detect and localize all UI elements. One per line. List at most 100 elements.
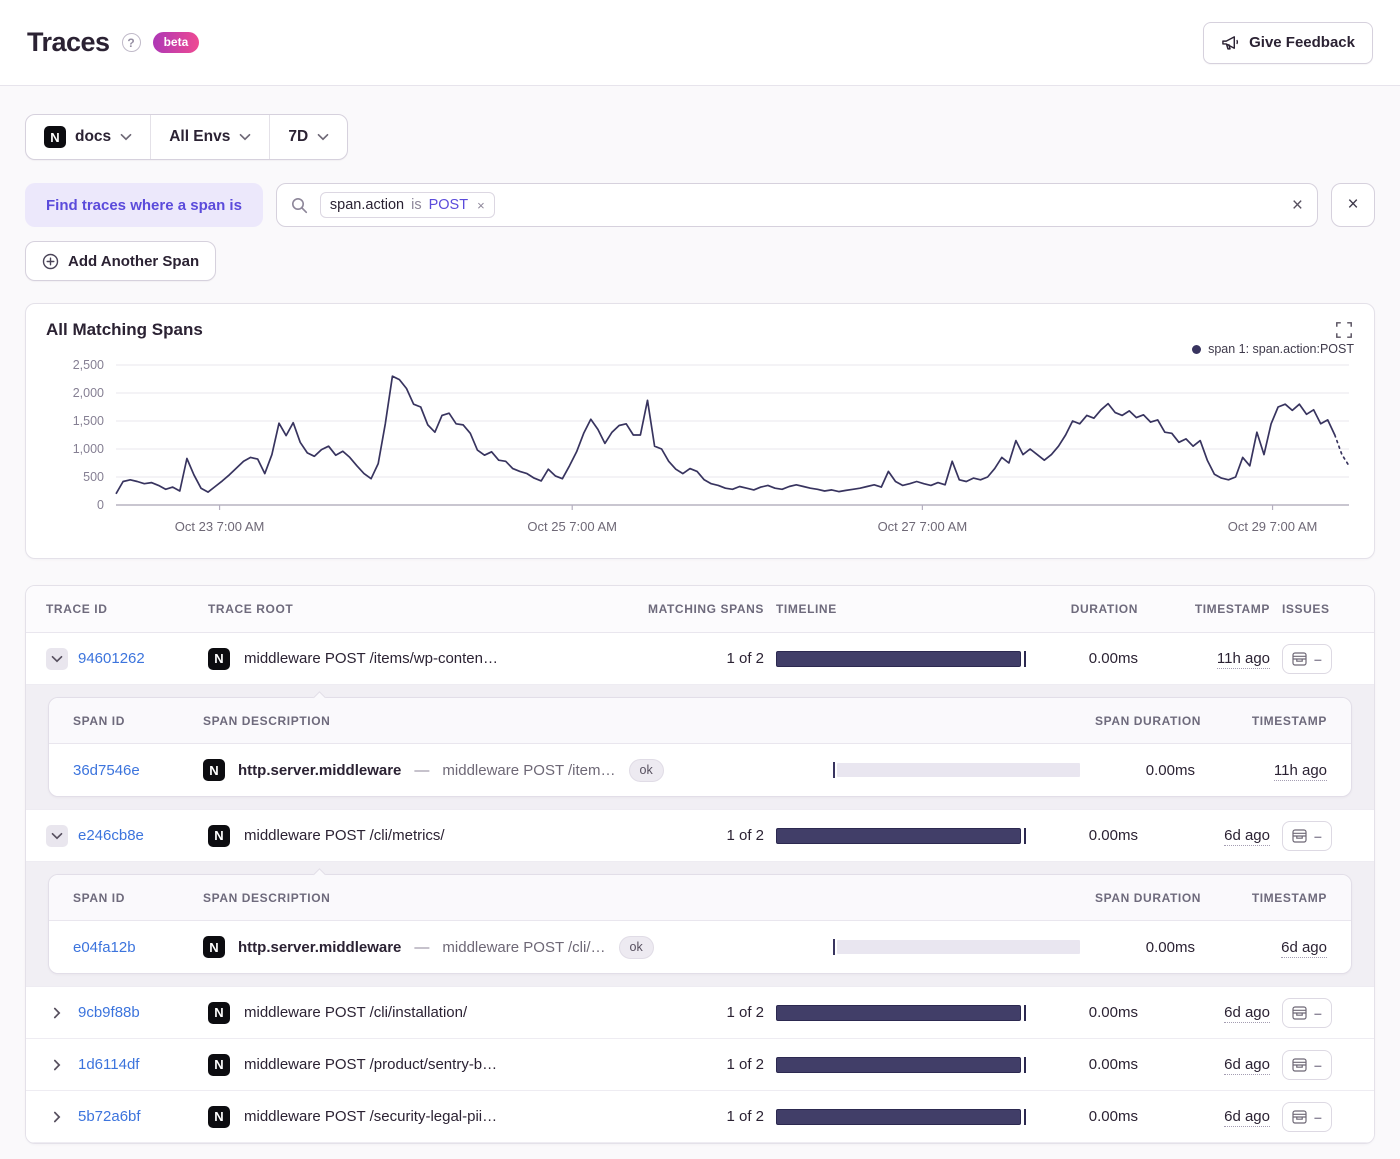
give-feedback-button[interactable]: Give Feedback bbox=[1203, 21, 1373, 64]
token-key: span.action bbox=[329, 197, 405, 213]
nextjs-icon: N bbox=[208, 1001, 230, 1024]
issues-count-dash: – bbox=[1314, 1004, 1322, 1021]
trace-id-link[interactable]: 1d6114df bbox=[78, 1056, 139, 1073]
issues-count-dash: – bbox=[1314, 650, 1322, 667]
time-period-dropdown[interactable]: 7D bbox=[269, 115, 347, 159]
description-separator: — bbox=[414, 938, 430, 956]
trace-timeline-bar[interactable] bbox=[776, 827, 1021, 844]
help-icon[interactable]: ? bbox=[121, 33, 141, 52]
expand-toggle-button[interactable] bbox=[46, 824, 68, 847]
spans-timeseries-chart[interactable]: 0 500 1,000 1,500 2,000 2,500 Oct 23 7:00 AM Oc… bbox=[46, 357, 1356, 545]
issues-box-icon bbox=[1292, 651, 1307, 666]
trace-root-label: middleware POST /security-legal-pii… bbox=[244, 1108, 498, 1125]
col-duration: Duration bbox=[1070, 602, 1138, 616]
chevron-down-icon bbox=[120, 133, 132, 141]
give-feedback-label: Give Feedback bbox=[1249, 34, 1355, 51]
trace-id-link[interactable]: e246cb8e bbox=[78, 827, 144, 844]
token-value: POST bbox=[428, 197, 469, 213]
timestamp-value[interactable]: 6d ago bbox=[1224, 1004, 1270, 1023]
span-search-input[interactable]: span.action is POST × × bbox=[275, 183, 1318, 227]
timestamp-value[interactable]: 6d ago bbox=[1224, 1056, 1270, 1075]
svg-text:2,000: 2,000 bbox=[73, 386, 104, 400]
issues-box-icon bbox=[1292, 1109, 1307, 1124]
nextjs-icon: N bbox=[208, 824, 230, 847]
span-op-label: http.server.middleware bbox=[238, 761, 402, 779]
trace-timeline-bar[interactable] bbox=[776, 650, 1021, 667]
span-timestamp-value[interactable]: 6d ago bbox=[1281, 938, 1327, 958]
trace-timeline-bar[interactable] bbox=[776, 1056, 1021, 1073]
svg-text:1,500: 1,500 bbox=[73, 414, 104, 428]
token-operator: is bbox=[411, 197, 422, 213]
timestamp-value[interactable]: 11h ago bbox=[1216, 650, 1270, 669]
trace-timeline-end-tick bbox=[1024, 1004, 1026, 1021]
project-filter-label: docs bbox=[75, 128, 112, 145]
issues-pill[interactable]: – bbox=[1282, 1101, 1332, 1132]
trace-table-row[interactable]: 9cb9f88b N middleware POST /cli/installa… bbox=[26, 987, 1374, 1039]
expand-toggle-button[interactable] bbox=[46, 1106, 68, 1128]
search-filter-token[interactable]: span.action is POST × bbox=[319, 192, 495, 218]
expanded-spans-section: Span ID Span Description Span Duration T… bbox=[26, 862, 1374, 987]
span-timestamp-value[interactable]: 11h ago bbox=[1273, 761, 1327, 781]
nextjs-icon: N bbox=[208, 1105, 230, 1128]
issues-count-dash: – bbox=[1314, 1108, 1322, 1125]
duration-value: 0.00ms bbox=[1088, 1056, 1138, 1073]
col-timestamp: Timestamp bbox=[1194, 602, 1270, 616]
span-table-row[interactable]: e04fa12b N http.server.middleware — midd… bbox=[49, 921, 1351, 973]
trace-table-row[interactable]: e246cb8e N middleware POST /cli/metrics/… bbox=[26, 810, 1374, 862]
trace-timeline-bar[interactable] bbox=[776, 1004, 1021, 1021]
span-search-label: Find traces where a span is bbox=[25, 183, 263, 227]
trace-timeline-bar[interactable] bbox=[776, 1108, 1021, 1125]
remove-span-filter-button[interactable]: × bbox=[1331, 183, 1375, 227]
span-id-link[interactable]: e04fa12b bbox=[73, 939, 136, 956]
nextjs-icon: N bbox=[208, 647, 230, 670]
timestamp-value[interactable]: 6d ago bbox=[1224, 1108, 1270, 1127]
expand-toggle-button[interactable] bbox=[46, 1002, 68, 1024]
matching-spans-value: 1 of 2 bbox=[726, 1004, 764, 1021]
span-status-badge: ok bbox=[628, 758, 664, 782]
expand-toggle-button[interactable] bbox=[46, 1054, 68, 1076]
svg-text:0: 0 bbox=[97, 498, 104, 512]
spans-sub-table: Span ID Span Description Span Duration T… bbox=[48, 868, 1352, 974]
fullscreen-icon bbox=[1336, 322, 1352, 338]
span-timeline-bar[interactable] bbox=[837, 763, 1080, 777]
issues-pill[interactable]: – bbox=[1282, 1049, 1332, 1080]
search-icon bbox=[291, 197, 308, 213]
trace-table-row[interactable]: 5b72a6bf N middleware POST /security-leg… bbox=[26, 1091, 1374, 1143]
top-bar: Traces ? beta Give Feedback bbox=[0, 0, 1400, 86]
timestamp-value[interactable]: 6d ago bbox=[1224, 827, 1270, 846]
add-another-span-label: Add Another Span bbox=[68, 252, 200, 270]
trace-id-link[interactable]: 9cb9f88b bbox=[78, 1004, 140, 1021]
trace-table-row[interactable]: 1d6114df N middleware POST /product/sent… bbox=[26, 1039, 1374, 1091]
nextjs-project-icon: N bbox=[44, 126, 66, 148]
span-timeline-bar[interactable] bbox=[837, 940, 1080, 954]
span-op-label: http.server.middleware bbox=[238, 938, 402, 956]
trace-timeline-end-tick bbox=[1024, 827, 1026, 844]
duration-value: 0.00ms bbox=[1088, 1004, 1138, 1021]
project-filter-dropdown[interactable]: N docs bbox=[26, 115, 150, 159]
expand-chart-button[interactable] bbox=[1334, 320, 1354, 343]
col-trace-root: Trace Root bbox=[208, 602, 294, 616]
col-timeline: Timeline bbox=[776, 602, 837, 616]
svg-text:Oct 23 7:00 AM: Oct 23 7:00 AM bbox=[175, 519, 265, 534]
beta-badge: beta bbox=[152, 32, 200, 53]
nextjs-icon: N bbox=[203, 759, 225, 781]
duration-value: 0.00ms bbox=[1088, 1108, 1138, 1125]
trace-id-link[interactable]: 5b72a6bf bbox=[78, 1108, 141, 1125]
clear-search-icon[interactable]: × bbox=[1292, 196, 1303, 215]
environment-filter-label: All Envs bbox=[169, 128, 231, 145]
span-id-link[interactable]: 36d7546e bbox=[73, 762, 140, 779]
span-table-row[interactable]: 36d7546e N http.server.middleware — midd… bbox=[49, 744, 1351, 796]
issues-pill[interactable]: – bbox=[1282, 997, 1332, 1028]
trace-id-link[interactable]: 94601262 bbox=[78, 650, 145, 667]
issues-pill[interactable]: – bbox=[1282, 643, 1332, 674]
add-another-span-button[interactable]: Add Another Span bbox=[25, 241, 217, 281]
svg-text:1,000: 1,000 bbox=[73, 442, 104, 456]
token-remove-icon[interactable]: × bbox=[475, 198, 485, 213]
svg-text:Oct 27 7:00 AM: Oct 27 7:00 AM bbox=[878, 519, 968, 534]
environment-filter-dropdown[interactable]: All Envs bbox=[150, 115, 269, 159]
matching-spans-value: 1 of 2 bbox=[726, 827, 764, 844]
expand-toggle-button[interactable] bbox=[46, 647, 68, 670]
trace-root-label: middleware POST /cli/metrics/ bbox=[244, 827, 445, 844]
trace-table-row[interactable]: 94601262 N middleware POST /items/wp-con… bbox=[26, 633, 1374, 685]
issues-pill[interactable]: – bbox=[1282, 820, 1332, 851]
